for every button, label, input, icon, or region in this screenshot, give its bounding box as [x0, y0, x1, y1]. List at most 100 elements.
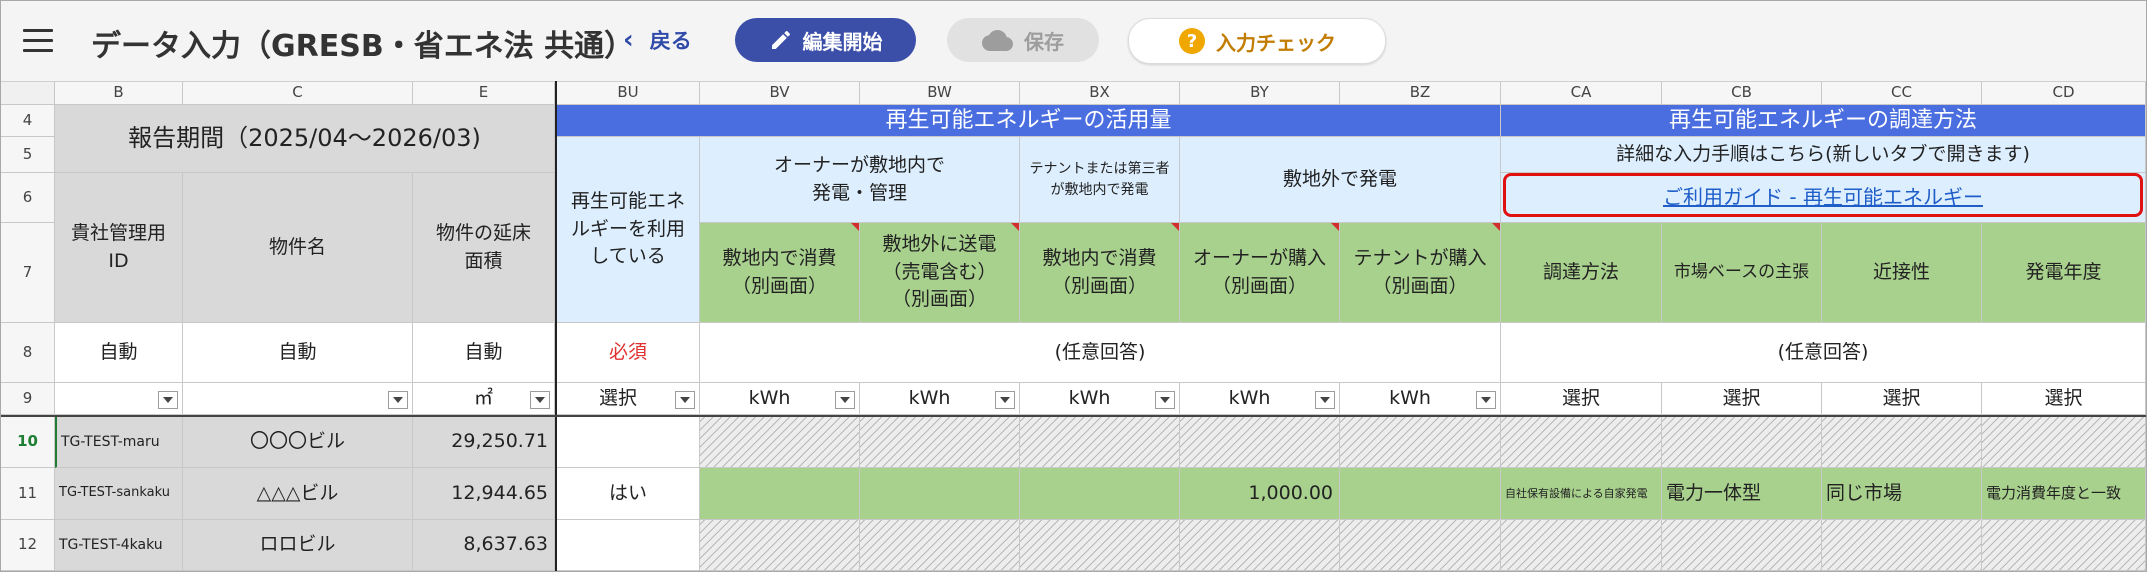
table-cell-disabled	[1340, 520, 1501, 571]
bz-unit-cell: kWh	[1340, 383, 1501, 415]
column-header[interactable]: BY	[1180, 82, 1340, 105]
table-cell-input[interactable]	[1340, 468, 1501, 520]
column-header[interactable]: BU	[557, 82, 700, 105]
row-header[interactable]: 5	[1, 137, 55, 173]
hamburger-menu-icon[interactable]	[23, 29, 53, 53]
filter-dropdown-icon[interactable]	[995, 391, 1015, 409]
bx-subheader-label: 敷地内で消費（別画面）	[1042, 246, 1157, 297]
ca-subheader: 調達方法	[1501, 223, 1662, 323]
filter-dropdown-icon[interactable]	[1315, 391, 1335, 409]
table-cell-disabled	[1020, 417, 1180, 468]
table-row-procurement-method[interactable]: 自社保有設備による自家発電	[1501, 468, 1662, 520]
column-header[interactable]: C	[183, 82, 413, 105]
row-header[interactable]: 6	[1, 173, 55, 223]
column-header[interactable]: BX	[1020, 82, 1180, 105]
filter-dropdown-icon[interactable]	[835, 391, 855, 409]
table-row-owner-purchase[interactable]: 1,000.00	[1180, 468, 1340, 520]
guide-link-highlight	[1503, 173, 2143, 217]
row-header[interactable]: 4	[1, 105, 55, 137]
kwh-unit: kWh	[1389, 386, 1431, 409]
row-header[interactable]: 8	[1, 323, 55, 383]
bu-unit-cell: 選択	[557, 383, 700, 415]
by-subheader: オーナーが購入（別画面）	[1180, 223, 1340, 323]
table-row-name[interactable]: ロロビル	[183, 520, 413, 571]
row-header-selected[interactable]: 10	[1, 417, 55, 468]
table-row-re-use[interactable]	[557, 520, 700, 571]
table-row-id[interactable]: TG-TEST-4kaku	[55, 520, 183, 571]
row-header[interactable]: 9	[1, 383, 55, 415]
required-label: 必須	[557, 323, 700, 383]
table-row-proximity[interactable]: 同じ市場	[1822, 468, 1982, 520]
back-link[interactable]: ‹ 戻る	[623, 25, 692, 55]
name-filter-cell	[183, 383, 413, 415]
table-cell-input[interactable]	[1020, 468, 1180, 520]
table-cell-disabled	[1501, 417, 1662, 468]
save-button[interactable]: 保存	[947, 18, 1099, 62]
by-unit-cell: kWh	[1180, 383, 1340, 415]
edit-start-button[interactable]: 編集開始	[735, 18, 916, 62]
column-header[interactable]: CB	[1662, 82, 1822, 105]
column-header[interactable]: B	[55, 82, 183, 105]
table-row-area[interactable]: 8,637.63	[413, 520, 555, 571]
id-filter-cell	[55, 383, 183, 415]
table-row-id[interactable]: TG-TEST-sankaku	[55, 468, 183, 520]
column-header[interactable]: CA	[1501, 82, 1662, 105]
cc-subheader: 近接性	[1822, 223, 1982, 323]
column-header[interactable]: E	[413, 82, 555, 105]
input-check-label: 入力チェック	[1216, 30, 1336, 55]
table-cell-input[interactable]	[700, 468, 860, 520]
table-cell-disabled	[1662, 520, 1822, 571]
page-title: データ入力（GRESB・省エネ法 共通）	[91, 29, 635, 64]
table-row-name[interactable]: 〇〇〇ビル	[183, 417, 413, 468]
filter-dropdown-icon[interactable]	[675, 391, 695, 409]
input-check-button[interactable]: ? 入力チェック	[1128, 18, 1386, 64]
row-header[interactable]: 7	[1, 223, 55, 323]
column-header[interactable]: CD	[1982, 82, 2146, 105]
row-header[interactable]: 12	[1, 520, 55, 571]
comment-indicator	[1492, 223, 1500, 231]
table-cell-input[interactable]	[860, 468, 1020, 520]
area-auto: 自動	[413, 323, 555, 383]
comment-indicator	[1331, 223, 1339, 231]
table-row-re-use[interactable]	[557, 417, 700, 468]
bv-subheader: 敷地内で消費（別画面）	[700, 223, 860, 323]
filter-dropdown-icon[interactable]	[530, 391, 550, 409]
table-row-name[interactable]: △△△ビル	[183, 468, 413, 520]
cc-unit-cell: 選択	[1822, 383, 1982, 415]
cd-unit-cell: 選択	[1982, 383, 2146, 415]
row-header[interactable]: 11	[1, 468, 55, 520]
svg-text:?: ?	[1187, 31, 1197, 52]
column-header[interactable]: BZ	[1340, 82, 1501, 105]
table-row-area[interactable]: 12,944.65	[413, 468, 555, 520]
table-row-market-claim[interactable]: 電力一体型	[1662, 468, 1822, 520]
edit-start-label: 編集開始	[802, 29, 883, 54]
bx-unit-cell: kWh	[1020, 383, 1180, 415]
table-row-generation-year[interactable]: 電力消費年度と一致	[1982, 468, 2146, 520]
area-unit: ㎡	[473, 386, 493, 409]
table-row-re-use[interactable]: はい	[557, 468, 700, 520]
filter-dropdown-icon[interactable]	[158, 391, 178, 409]
comment-indicator	[851, 223, 859, 231]
filter-dropdown-icon[interactable]	[388, 391, 408, 409]
filter-dropdown-icon[interactable]	[1476, 391, 1496, 409]
cb-unit-cell: 選択	[1662, 383, 1822, 415]
column-header[interactable]: CC	[1822, 82, 1982, 105]
column-header[interactable]: BW	[860, 82, 1020, 105]
corner-cell[interactable]	[1, 82, 55, 105]
bw-subheader: 敷地外に送電（売電含む）（別画面）	[860, 223, 1020, 323]
filter-dropdown-icon[interactable]	[1155, 391, 1175, 409]
bx-subheader: 敷地内で消費（別画面）	[1020, 223, 1180, 323]
renewable-use-header: 再生可能エネルギーを利用している	[557, 137, 700, 323]
table-row-id[interactable]: TG-TEST-maru	[55, 417, 183, 468]
chevron-left-icon: ‹	[623, 25, 634, 55]
table-cell-disabled	[700, 417, 860, 468]
pencil-icon	[771, 31, 790, 49]
tenant-onsite-header: テナントまたは第三者が敷地内で発電	[1020, 137, 1180, 223]
area-unit-cell: ㎡	[413, 383, 555, 415]
table-cell-disabled	[1822, 520, 1982, 571]
table-cell-disabled	[1982, 417, 2146, 468]
column-header[interactable]: BV	[700, 82, 860, 105]
table-row-area[interactable]: 29,250.71	[413, 417, 555, 468]
table-cell-disabled	[1662, 417, 1822, 468]
table-cell-disabled	[1180, 520, 1340, 571]
